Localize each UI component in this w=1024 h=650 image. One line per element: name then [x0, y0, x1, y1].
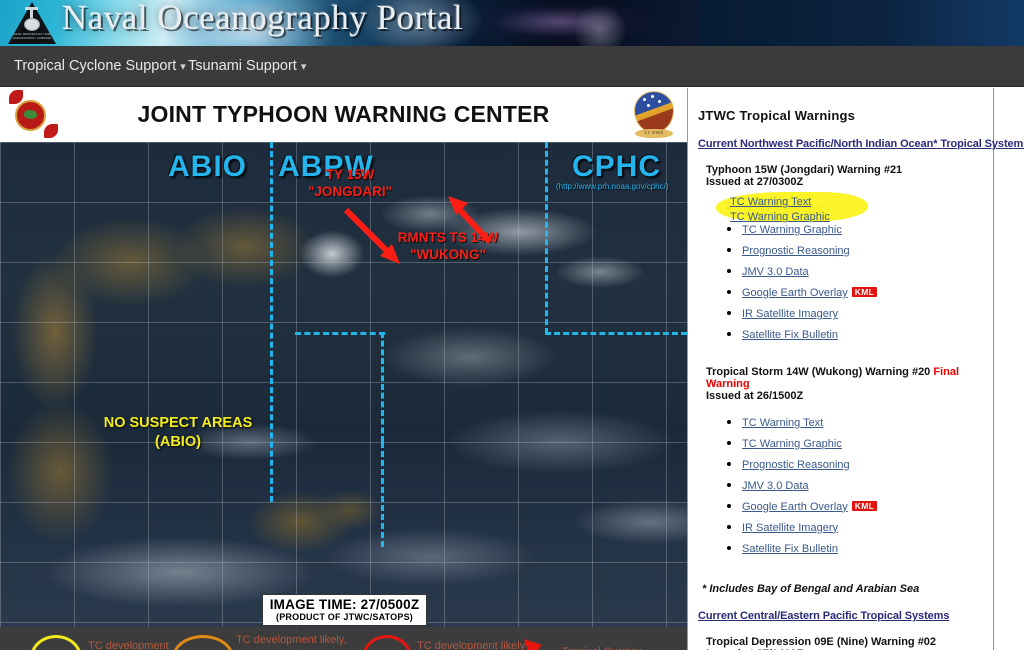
link-jmv-data[interactable]: JMV 3.0 Data	[742, 266, 809, 278]
storm-title: Typhoon 15W (Jongdari) Warning #21	[706, 164, 903, 176]
storm-issued: Issued at 27/0300Z	[706, 176, 804, 188]
link-tc-warning-text-highlighted[interactable]: TC Warning Text	[730, 196, 811, 208]
navy-oceanography-seal-icon: NAVAL METEOROLOGY AND OCEANOGRAPHY COMMA…	[8, 2, 56, 44]
patch-scroll-text: 17 OWS	[644, 130, 664, 135]
list-item: JMV 3.0 Data	[742, 475, 983, 495]
link-google-earth-overlay[interactable]: Google Earth Overlay	[742, 501, 848, 513]
storm-issued: Issued at 26/1500Z	[706, 389, 804, 402]
basin-label-cphc: CPHC	[572, 150, 662, 183]
kml-badge: KML	[851, 500, 878, 512]
section-heading-northwest-pacific[interactable]: Current Northwest Pacific/North Indian O…	[698, 138, 1024, 150]
legend-badge-medium: MEDIUM	[172, 635, 234, 650]
link-ir-satellite-imagery[interactable]: IR Satellite Imagery	[742, 308, 838, 320]
highlighted-links-overlay: TC Warning Text TC Warning Graphic	[730, 196, 830, 224]
basin-label-abio: ABIO	[168, 150, 247, 183]
basin-divider-equator-west	[295, 332, 385, 335]
legend-text-tropical-cyclone: Tropical Cyclone (Reference Warning)	[562, 645, 680, 650]
storm-block-15w: Typhoon 15W (Jongdari) Warning #21 Issue…	[698, 164, 983, 344]
link-tc-warning-text[interactable]: TC Warning Text	[742, 417, 823, 429]
sidebar-title: JTWC Tropical Warnings	[698, 108, 856, 123]
storm-annotation-line2: "JONGDARI"	[307, 183, 393, 199]
storm-annotation-jongdari: TY 15W "JONGDARI"	[290, 167, 410, 201]
red-arrow-icon	[524, 639, 542, 650]
list-item: TC Warning Graphic	[742, 433, 983, 453]
list-item: Satellite Fix Bulletin	[742, 324, 983, 344]
storm-title: Tropical Storm 14W (Wukong) Warning #20 …	[706, 365, 960, 390]
storm-block-14w: Tropical Storm 14W (Wukong) Warning #20 …	[698, 366, 983, 558]
legend-text-high: TC development likely within 24 hours (R…	[417, 640, 526, 650]
link-prognostic-reasoning[interactable]: Prognostic Reasoning	[742, 459, 850, 471]
sidebar-right-border	[993, 88, 994, 650]
image-time-box: IMAGE TIME: 27/0500Z (PRODUCT OF JTWC/SA…	[262, 594, 427, 626]
17-ows-squadron-patch-icon: 17 OWS	[631, 91, 677, 139]
link-tc-warning-graphic[interactable]: TC Warning Graphic	[742, 224, 842, 236]
no-suspect-line1: NO SUSPECT AREAS	[103, 415, 253, 431]
list-item: Prognostic Reasoning	[742, 454, 983, 474]
storm-block-09e: Tropical Depression 09E (Nine) Warning #…	[698, 636, 983, 650]
list-item: Satellite Fix Bulletin	[742, 538, 983, 558]
no-suspect-line2: (ABIO)	[155, 433, 201, 450]
chevron-down-icon: ▾	[300, 61, 307, 73]
nav-item-label: Tsunami Support	[188, 58, 297, 74]
sidebar-content: JTWC Tropical Warnings Current Northwest…	[688, 88, 1024, 650]
page-root: NAVAL METEOROLOGY AND OCEANOGRAPHY COMMA…	[0, 0, 1024, 650]
link-ir-satellite-imagery[interactable]: IR Satellite Imagery	[742, 522, 838, 534]
cphc-url-label: (http://www.prh.noaa.gov/cphc/)	[556, 182, 669, 191]
link-jmv-data[interactable]: JMV 3.0 Data	[742, 480, 809, 492]
list-item: IR Satellite Imagery	[742, 303, 983, 323]
basin-divider-south	[381, 332, 384, 442]
storm-annotation-line1: TY 15W	[325, 167, 375, 182]
main-navbar: Tropical Cyclone Support ▾ Tsunami Suppor…	[0, 46, 1024, 87]
section-heading-central-eastern-pacific[interactable]: Current Central/Eastern Pacific Tropical…	[698, 610, 983, 622]
legend-text-medium: TC development likely, but expected to o…	[236, 634, 347, 650]
basin-divider-abpw-cphc	[545, 142, 548, 334]
link-google-earth-overlay[interactable]: Google Earth Overlay	[742, 287, 848, 299]
no-suspect-areas-label: NO SUSPECT AREAS (ABIO)	[78, 414, 278, 452]
storm-link-list: TC Warning Text TC Warning Graphic Progn…	[706, 412, 983, 558]
site-title: Naval Oceanography Portal	[62, 0, 464, 37]
jtwc-map-panel: JOINT TYPHOON WARNING CENTER 17 OWS ABIO	[0, 88, 687, 650]
page-title: JOINT TYPHOON WARNING CENTER	[137, 101, 550, 127]
kml-badge: KML	[851, 287, 878, 298]
image-time-label: IMAGE TIME: 27/0500Z	[269, 597, 420, 612]
link-tc-warning-graphic[interactable]: TC Warning Graphic	[742, 438, 842, 450]
sidebar-footnote: * Includes Bay of Bengal and Arabian Sea	[702, 583, 920, 596]
site-banner: NAVAL METEOROLOGY AND OCEANOGRAPHY COMMA…	[0, 0, 1024, 46]
list-item: TC Warning Text	[742, 412, 983, 432]
storm-title: Tropical Depression 09E (Nine) Warning #…	[706, 636, 937, 649]
satellite-map[interactable]: ABIO ABPW CPHC (http://www.prh.noaa.gov/…	[0, 142, 687, 627]
list-item: Google Earth OverlayKML	[742, 496, 983, 516]
nav-item-tropical-cyclone-support[interactable]: Tropical Cyclone Support ▾	[14, 58, 186, 74]
link-satellite-fix-bulletin[interactable]: Satellite Fix Bulletin	[742, 329, 838, 341]
legend-badge-low: LOW	[30, 635, 82, 650]
red-arrow-icon	[448, 196, 493, 245]
link-tc-warning-graphic-highlighted[interactable]: TC Warning Graphic	[730, 211, 830, 223]
basin-divider-south-lower	[381, 442, 384, 547]
list-item: JMV 3.0 Data	[742, 261, 983, 281]
link-satellite-fix-bulletin[interactable]: Satellite Fix Bulletin	[742, 543, 838, 555]
list-item: Google Earth OverlayKML	[742, 282, 983, 302]
nav-item-label: Tropical Cyclone Support	[14, 58, 177, 74]
jtwc-warnings-sidebar: JTWC Tropical Warnings Current Northwest…	[687, 88, 1024, 650]
jtwc-header: JOINT TYPHOON WARNING CENTER 17 OWS	[0, 88, 687, 142]
image-time-product: (PRODUCT OF JTWC/SATOPS)	[276, 612, 413, 622]
list-item: IR Satellite Imagery	[742, 517, 983, 537]
chevron-down-icon: ▾	[180, 61, 186, 73]
image-time-value: 27/0500Z	[360, 597, 420, 612]
development-legend: LOW TC development unlikely within 24 ho…	[0, 627, 687, 650]
seal-caption: NAVAL METEOROLOGY AND OCEANOGRAPHY COMMA…	[12, 33, 52, 40]
legend-text-low: TC development unlikely within 24 hours	[88, 640, 169, 650]
nav-item-tsunami-support[interactable]: Tsunami Support ▾	[188, 58, 306, 74]
link-prognostic-reasoning[interactable]: Prognostic Reasoning	[742, 245, 850, 257]
basin-divider-equator-east	[545, 332, 687, 335]
list-item: Prognostic Reasoning	[742, 240, 983, 260]
legend-badge-high: HIGH	[362, 635, 412, 650]
